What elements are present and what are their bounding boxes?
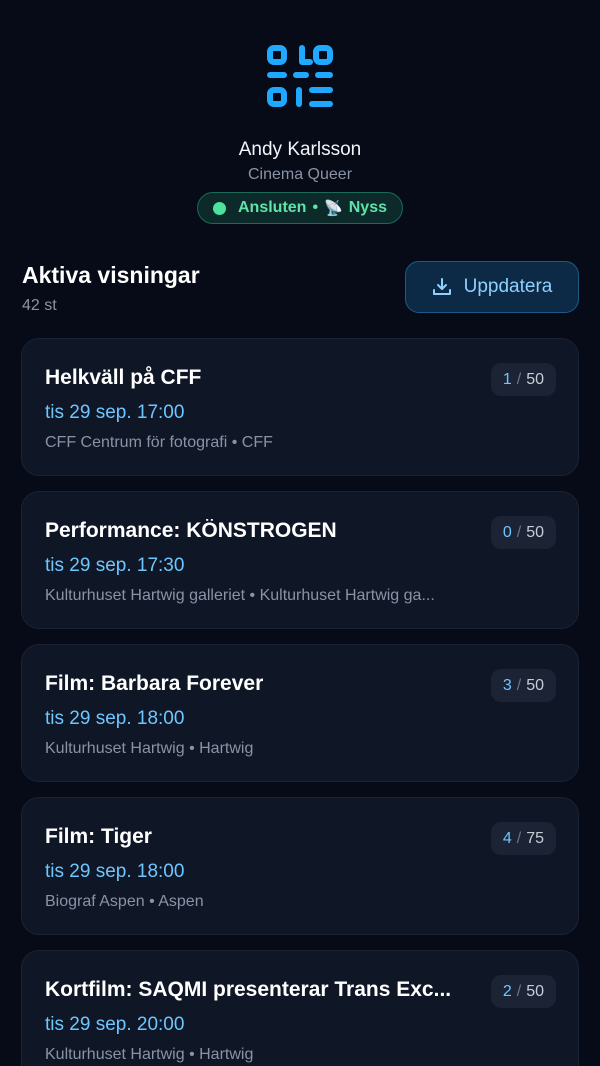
last-sync-text: Nyss — [348, 199, 387, 216]
event-card[interactable]: Helkväll på CFF tis 29 sep. 17:00 CFF Ce… — [21, 338, 579, 476]
satellite-icon: 📡 — [324, 200, 343, 217]
badge-separator: / — [516, 829, 522, 847]
event-title: Film: Barbara Forever — [45, 672, 264, 695]
event-time: tis 29 sep. 18:00 — [45, 861, 185, 882]
badge-separator: / — [516, 982, 522, 1000]
event-venue: Kulturhuset Hartwig • Hartwig — [45, 740, 254, 757]
badge-separator: / — [516, 523, 522, 541]
checked-in-count: 3 — [502, 676, 512, 694]
event-time: tis 29 sep. 17:30 — [45, 555, 185, 576]
capacity-count: 50 — [526, 982, 544, 1000]
app-screen: Andy Karlsson Cinema Queer Ansluten • 📡 … — [0, 0, 600, 1066]
event-title: Performance: KÖNSTROGEN — [45, 519, 337, 542]
event-time: tis 29 sep. 18:00 — [45, 708, 185, 729]
attendance-badge: 4 / 75 — [490, 822, 556, 855]
event-venue: CFF Centrum för fotografi • CFF — [45, 434, 273, 451]
attendance-badge: 3 / 50 — [490, 669, 556, 702]
qr-code-icon — [267, 45, 333, 107]
event-venue: Kulturhuset Hartwig galleriet • Kulturhu… — [45, 587, 435, 604]
event-venue: Biograf Aspen • Aspen — [45, 893, 204, 910]
event-card[interactable]: Performance: KÖNSTROGEN tis 29 sep. 17:3… — [21, 491, 579, 629]
event-title: Film: Tiger — [45, 825, 152, 848]
event-card[interactable]: Film: Barbara Forever tis 29 sep. 18:00 … — [21, 644, 579, 782]
status-label: Ansluten — [238, 199, 307, 216]
section-title: Aktiva visningar — [22, 262, 200, 288]
capacity-count: 50 — [526, 523, 544, 541]
organization-name: Cinema Queer — [247, 166, 353, 183]
event-venue: Kulturhuset Hartwig • Hartwig — [45, 1046, 254, 1063]
refresh-button[interactable]: Uppdatera — [405, 261, 579, 313]
capacity-count: 50 — [526, 370, 544, 388]
attendance-badge: 1 / 50 — [490, 363, 556, 396]
attendance-badge: 2 / 50 — [490, 975, 556, 1008]
event-time: tis 29 sep. 20:00 — [45, 1014, 185, 1035]
attendance-badge: 0 / 50 — [490, 516, 556, 549]
download-icon — [432, 278, 451, 295]
refresh-label: Uppdatera — [463, 276, 553, 297]
capacity-count: 50 — [526, 676, 544, 694]
status-separator: • — [312, 199, 319, 216]
event-card[interactable]: Kortfilm: SAQMI presenterar Trans Exc...… — [21, 950, 579, 1066]
event-title: Helkväll på CFF — [45, 366, 202, 389]
capacity-count: 75 — [526, 829, 544, 847]
checked-in-count: 0 — [502, 523, 512, 541]
badge-separator: / — [516, 370, 522, 388]
event-time: tis 29 sep. 17:00 — [45, 402, 185, 423]
user-name: Andy Karlsson — [238, 139, 362, 160]
section-count: 42 st — [22, 297, 57, 314]
connection-status-badge: Ansluten • 📡 Nyss — [197, 192, 403, 224]
checked-in-count: 4 — [502, 829, 512, 847]
event-card[interactable]: Film: Tiger tis 29 sep. 18:00 Biograf As… — [21, 797, 579, 935]
badge-separator: / — [516, 676, 522, 694]
status-dot-icon — [213, 201, 226, 215]
checked-in-count: 1 — [502, 370, 512, 388]
checked-in-count: 2 — [502, 982, 512, 1000]
event-title: Kortfilm: SAQMI presenterar Trans Exc... — [45, 978, 452, 1001]
